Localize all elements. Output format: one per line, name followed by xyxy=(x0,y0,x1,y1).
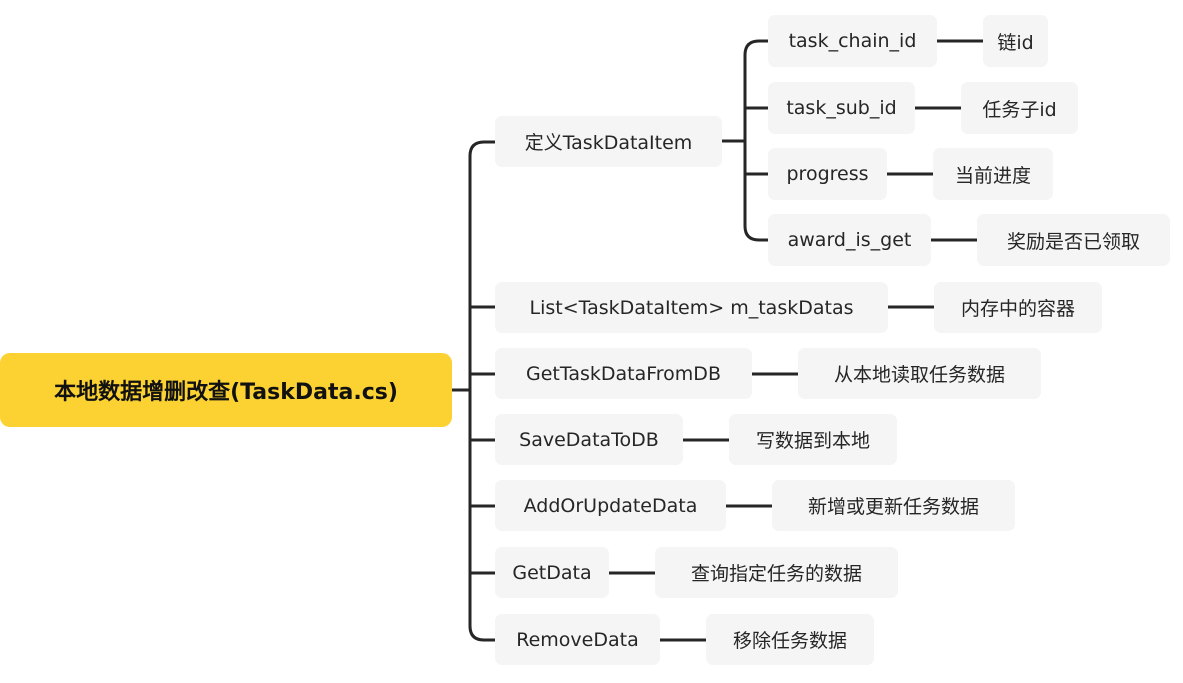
field-label: task_chain_id xyxy=(788,30,917,52)
connector-sub-trunk xyxy=(743,39,761,242)
branch-label: 定义TaskDataItem xyxy=(524,132,693,154)
field-note: 当前进度 xyxy=(954,164,1031,187)
branch-node-get-task-data-from-db[interactable]: GetTaskDataFromDB xyxy=(495,348,752,399)
branch-note: 从本地读取任务数据 xyxy=(833,364,1005,386)
field-note-task-chain-id[interactable]: 链id xyxy=(983,15,1048,67)
branch-node-get-data[interactable]: GetData xyxy=(495,547,609,598)
root-label: 本地数据增删改查(TaskData.cs) xyxy=(54,380,398,405)
mindmap-canvas: 本地数据增删改查(TaskData.cs) 定义TaskDataItem tas… xyxy=(0,0,1183,683)
branch-node-add-or-update-data[interactable]: AddOrUpdateData xyxy=(495,480,726,531)
field-node-task-sub-id[interactable]: task_sub_id xyxy=(768,82,915,134)
field-note: 任务子id xyxy=(982,98,1057,121)
branch-label: SaveDataToDB xyxy=(519,428,659,451)
branch-note-get-data[interactable]: 查询指定任务的数据 xyxy=(655,547,898,598)
field-node-award-is-get[interactable]: award_is_get xyxy=(768,214,931,266)
branch-node-remove-data[interactable]: RemoveData xyxy=(495,614,660,665)
field-note-task-sub-id[interactable]: 任务子id xyxy=(961,82,1078,134)
branch-label: RemoveData xyxy=(516,628,639,651)
branch-node-task-datas-list[interactable]: List<TaskDataItem> m_taskDatas xyxy=(495,282,888,333)
branch-note: 写数据到本地 xyxy=(755,430,870,452)
branch-note: 新增或更新任务数据 xyxy=(807,496,979,518)
field-note-progress[interactable]: 当前进度 xyxy=(933,148,1053,200)
connector-trunk xyxy=(468,140,486,642)
field-note: 奖励是否已领取 xyxy=(1006,230,1140,253)
branch-note-save-data-to-db[interactable]: 写数据到本地 xyxy=(729,414,897,465)
branch-label: GetTaskDataFromDB xyxy=(526,362,721,385)
field-label: task_sub_id xyxy=(786,97,897,119)
branch-label: AddOrUpdateData xyxy=(523,494,698,517)
branch-note-get-task-data-from-db[interactable]: 从本地读取任务数据 xyxy=(798,348,1041,399)
field-node-progress[interactable]: progress xyxy=(768,148,887,200)
branch-note: 查询指定任务的数据 xyxy=(690,563,862,585)
field-note-award-is-get[interactable]: 奖励是否已领取 xyxy=(977,214,1170,266)
branch-note-remove-data[interactable]: 移除任务数据 xyxy=(706,614,874,665)
field-label: progress xyxy=(786,163,869,185)
field-label: award_is_get xyxy=(787,229,912,251)
root-node[interactable]: 本地数据增删改查(TaskData.cs) xyxy=(0,353,452,427)
branch-node-task-data-item[interactable]: 定义TaskDataItem xyxy=(495,116,722,167)
branch-note-task-datas-list[interactable]: 内存中的容器 xyxy=(934,282,1102,333)
branch-note: 移除任务数据 xyxy=(732,630,847,652)
field-node-task-chain-id[interactable]: task_chain_id xyxy=(768,15,937,67)
branch-node-save-data-to-db[interactable]: SaveDataToDB xyxy=(495,414,683,465)
branch-label: GetData xyxy=(512,561,592,584)
branch-note: 内存中的容器 xyxy=(960,298,1075,320)
branch-label: List<TaskDataItem> m_taskDatas xyxy=(529,296,854,319)
field-note: 链id xyxy=(997,31,1034,54)
branch-note-add-or-update-data[interactable]: 新增或更新任务数据 xyxy=(772,480,1015,531)
